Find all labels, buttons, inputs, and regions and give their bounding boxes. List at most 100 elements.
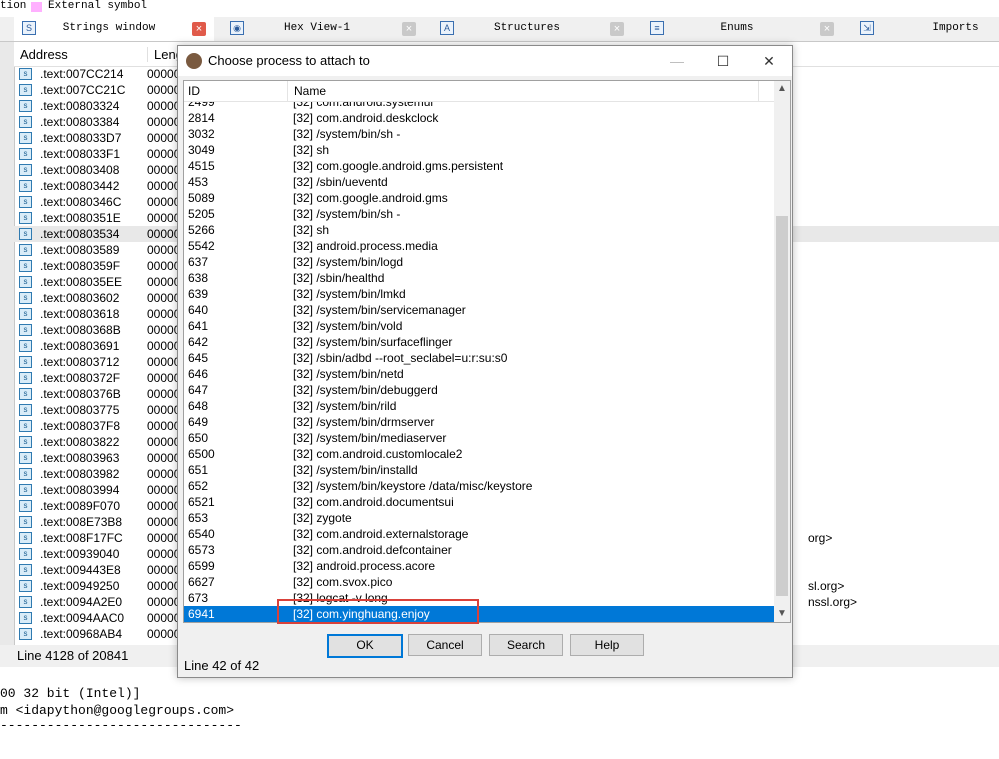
process-id: 6627 — [188, 575, 215, 589]
strings-status-text: Line 4128 of 20841 — [17, 648, 129, 663]
row-address: .text:00803712 — [40, 355, 120, 369]
process-row[interactable]: 6540 [32] com.android.externalstorage — [184, 526, 774, 542]
process-row[interactable]: 645 [32] /sbin/adbd --root_seclabel=u:r:s… — [184, 350, 774, 366]
process-row[interactable]: 6500 [32] com.android.customlocale2 — [184, 446, 774, 462]
process-name: [32] android.process.acore — [293, 559, 436, 573]
tab-strings-window[interactable]: S Strings window × — [14, 17, 214, 41]
maximize-button[interactable]: ☐ — [700, 46, 746, 76]
tab-imports[interactable]: ⇲ Imports — [852, 17, 999, 41]
close-icon[interactable]: × — [610, 22, 624, 36]
process-row[interactable]: 6573 [32] com.android.defcontainer — [184, 542, 774, 558]
column-id[interactable]: ID — [188, 84, 200, 98]
help-button[interactable]: Help — [570, 634, 644, 656]
process-id: 453 — [188, 175, 209, 189]
scroll-down-icon[interactable]: ▼ — [774, 606, 790, 622]
tab-hex-view[interactable]: ◉ Hex View-1 × — [222, 17, 422, 41]
column-name[interactable]: Name — [287, 81, 326, 101]
process-row[interactable]: 641 [32] /system/bin/vold — [184, 318, 774, 334]
dialog-titlebar: Choose process to attach to — ☐ ✕ — [178, 46, 792, 76]
column-address[interactable]: Address — [20, 47, 68, 62]
process-row[interactable]: 5542 [32] android.process.media — [184, 238, 774, 254]
row-length: 00000 — [147, 259, 181, 273]
process-id: 6521 — [188, 495, 215, 509]
process-row[interactable]: 648 [32] /system/bin/rild — [184, 398, 774, 414]
process-row[interactable]: 651 [32] /system/bin/installd — [184, 462, 774, 478]
row-address: .text:00803618 — [40, 307, 120, 321]
output-line: m <idapython@googlegroups.com> — [0, 703, 235, 718]
process-row[interactable]: 453 [32] /sbin/ueventd — [184, 174, 774, 190]
process-name: [32] /system/bin/logd — [293, 255, 404, 269]
cancel-button[interactable]: Cancel — [408, 634, 482, 656]
string-icon: s — [19, 340, 32, 352]
row-length: 00000 — [147, 579, 181, 593]
process-row[interactable]: 3032 [32] /system/bin/sh - — [184, 126, 774, 142]
close-icon[interactable]: × — [192, 22, 206, 36]
process-row[interactable]: 639 [32] /system/bin/lmkd — [184, 286, 774, 302]
process-id: 638 — [188, 271, 209, 285]
row-address: .text:0094A2E0 — [40, 595, 123, 609]
process-row[interactable]: 6627 [32] com.svox.pico — [184, 574, 774, 590]
process-row[interactable]: 6521 [32] com.android.documentsui — [184, 494, 774, 510]
process-row[interactable]: 673 [32] logcat -v long — [184, 590, 774, 606]
row-address: .text:008035EE — [40, 275, 123, 289]
output-line: ------------------------------- — [0, 718, 242, 733]
process-row[interactable]: 649 [32] /system/bin/drmserver — [184, 414, 774, 430]
row-length: 00000 — [147, 467, 181, 481]
process-row[interactable]: 650 [32] /system/bin/mediaserver — [184, 430, 774, 446]
process-row[interactable]: 637 [32] /system/bin/logd — [184, 254, 774, 270]
process-row[interactable]: 638 [32] /sbin/healthd — [184, 270, 774, 286]
row-length: 00000 — [147, 371, 181, 385]
row-length: 00000 — [147, 227, 181, 241]
tab-label: Structures — [493, 22, 560, 34]
row-address: .text:00803822 — [40, 435, 120, 449]
process-row[interactable]: 6941 [32] com.yinghuang.enjoy — [184, 606, 774, 622]
process-name: [32] /system/bin/servicemanager — [293, 303, 466, 317]
minimize-button[interactable]: — — [654, 46, 700, 76]
process-name: [32] com.google.android.gms.persistent — [293, 159, 504, 173]
close-icon[interactable]: × — [402, 22, 416, 36]
process-row[interactable]: 642 [32] /system/bin/surfaceflinger — [184, 334, 774, 350]
row-string-tail: org> — [808, 531, 833, 545]
row-length: 00000 — [147, 339, 181, 353]
tab-structures[interactable]: A Structures × — [432, 17, 632, 41]
row-address: .text:008037F8 — [40, 419, 121, 433]
row-length: 00000 — [147, 403, 181, 417]
row-length: 00000 — [147, 435, 181, 449]
process-row[interactable]: 3049 [32] sh — [184, 142, 774, 158]
process-row[interactable]: 652 [32] /system/bin/keystore /data/misc/… — [184, 478, 774, 494]
process-name: [32] sh — [293, 143, 330, 157]
process-name: [32] /system/bin/sh - — [293, 207, 401, 221]
process-id: 6941 — [188, 607, 215, 621]
close-button[interactable]: ✕ — [746, 46, 792, 76]
string-icon: s — [19, 228, 32, 240]
process-name: [32] /system/bin/lmkd — [293, 287, 406, 301]
row-address: .text:00803534 — [40, 227, 120, 241]
tab-enums[interactable]: ≡ Enums × — [642, 17, 842, 41]
row-address: .text:008E73B8 — [40, 515, 123, 529]
process-row[interactable]: 4515 [32] com.google.android.gms.persiste… — [184, 158, 774, 174]
row-address: .text:0080368B — [40, 323, 121, 337]
process-row[interactable]: 2814 [32] com.android.deskclock — [184, 110, 774, 126]
process-row[interactable]: 5205 [32] /system/bin/sh - — [184, 206, 774, 222]
search-button[interactable]: Search — [489, 634, 563, 656]
scroll-thumb[interactable] — [776, 215, 788, 596]
string-icon: s — [19, 260, 32, 272]
legend-bar: tion External symbol — [0, 0, 999, 14]
process-row[interactable]: 653 [32] zygote — [184, 510, 774, 526]
vertical-scrollbar[interactable]: ▲ ▼ — [774, 81, 790, 622]
process-row[interactable]: 5266 [32] sh — [184, 222, 774, 238]
tab-label: Strings window — [62, 22, 156, 34]
close-icon[interactable]: × — [820, 22, 834, 36]
row-length: 00000 — [147, 211, 181, 225]
scroll-up-icon[interactable]: ▲ — [774, 81, 790, 97]
process-row[interactable]: 646 [32] /system/bin/netd — [184, 366, 774, 382]
process-row[interactable]: 6599 [32] android.process.acore — [184, 558, 774, 574]
process-row[interactable]: 647 [32] /system/bin/debuggerd — [184, 382, 774, 398]
process-name: [32] com.google.android.gms — [293, 191, 448, 205]
string-icon: s — [19, 116, 32, 128]
ok-button[interactable]: OK — [327, 634, 403, 658]
process-name: [32] /system/bin/keystore /data/misc/key… — [293, 479, 533, 493]
process-id: 641 — [188, 319, 209, 333]
process-row[interactable]: 5089 [32] com.google.android.gms — [184, 190, 774, 206]
process-row[interactable]: 640 [32] /system/bin/servicemanager — [184, 302, 774, 318]
